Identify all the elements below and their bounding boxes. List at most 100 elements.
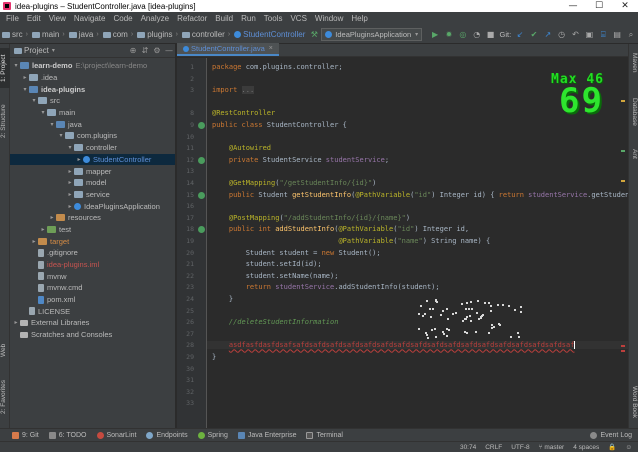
code-line[interactable]: @PostMapping("/addStudentInfo/{id}/{name… [212,214,410,222]
code-line[interactable]: public int addStudentInfo(@PathVariable(… [212,225,469,233]
error-stripe[interactable] [621,60,625,420]
git-branch[interactable]: ⑂ master [539,444,565,451]
endpoint-icon[interactable] [198,191,205,199]
chevron-down-icon[interactable]: ▾ [66,144,74,151]
code-line[interactable]: package com.plugins.controller; [212,63,343,71]
breadcrumb-src[interactable]: src › [0,30,30,39]
close-button[interactable]: ✕ [612,0,638,12]
git-push-icon[interactable]: ↗ [544,29,552,41]
tab-maven[interactable]: Maven [628,48,638,78]
code-line[interactable]: student.setName(name); [212,272,339,280]
tab-endpoints[interactable]: Endpoints [146,431,188,439]
collapse-all-icon[interactable]: ⇵ [139,46,151,55]
tree-item[interactable]: Scratches and Consoles [10,329,175,341]
chevron-right-icon[interactable]: ▸ [30,238,38,245]
tree-item[interactable]: ▸ service [10,189,175,201]
error-stripe-mark[interactable] [621,180,625,182]
menu-view[interactable]: View [45,12,70,26]
code-line[interactable]: asdfasfdasfdsafsafdsafdsafdsafdsafdsafds… [207,341,628,350]
close-icon[interactable]: × [269,45,273,52]
line-separator[interactable]: CRLF [485,444,502,451]
chevron-right-icon[interactable]: ▸ [75,156,83,163]
translate-icon[interactable]: ⌸ [599,29,607,41]
tab-web[interactable]: Web [0,340,10,360]
tab-structure[interactable]: 2: Structure [0,96,10,146]
tab-spring[interactable]: Spring [197,431,228,439]
gear-icon[interactable]: ⚙ [151,46,163,55]
tree-item[interactable]: ▾ java [10,118,175,130]
menu-build[interactable]: Build [211,12,237,26]
caret-position[interactable]: 30:74 [460,444,476,451]
tree-item[interactable]: ▾ main [10,107,175,119]
menu-navigate[interactable]: Navigate [70,12,110,26]
run-configuration-select[interactable]: IdeaPluginsApplication ▾ [321,28,423,41]
lock-icon[interactable]: 🔒 [608,443,616,451]
spring-bean-icon[interactable] [198,122,205,129]
code-line[interactable]: return studentService.addStudentInfo(stu… [212,283,440,291]
error-stripe-mark[interactable] [621,100,625,102]
chevron-right-icon[interactable]: ▸ [66,179,74,186]
minimize-button[interactable]: — [560,0,586,12]
tree-item[interactable]: ▾ src [10,95,175,107]
error-stripe-mark[interactable] [621,150,625,152]
code-line[interactable]: public class StudentController { [212,121,347,129]
chevron-right-icon[interactable]: ▸ [66,168,74,175]
tree-item[interactable]: ▸ test [10,224,175,236]
chevron-right-icon[interactable]: ▸ [48,214,56,221]
tree-item[interactable]: mvnw [10,270,175,282]
chevron-down-icon[interactable]: ▾ [30,97,38,104]
rollback-icon[interactable]: ↶ [572,29,580,41]
code-line[interactable]: student.setId(id); [212,260,322,268]
tab-todo[interactable]: 6: TODO [48,431,87,439]
profile-icon[interactable]: ◔ [473,29,481,41]
menu-tools[interactable]: Tools [260,12,287,26]
menu-refactor[interactable]: Refactor [173,12,211,26]
tab-project[interactable]: 1: Project [0,48,10,88]
history-icon[interactable]: ◷ [558,29,566,41]
chevron-down-icon[interactable]: ▾ [39,109,47,116]
code-line[interactable]: Student student = new Student(); [212,249,381,257]
file-encoding[interactable]: UTF-8 [511,444,529,451]
search-icon[interactable]: ⌕ [627,29,635,41]
tree-item[interactable]: ▸ resources [10,212,175,224]
chevron-down-icon[interactable]: ▾ [12,62,20,69]
tab-java-enterprise[interactable]: Java Enterprise [237,431,296,439]
chevron-right-icon[interactable]: ▸ [66,203,74,210]
tree-item[interactable]: ▾ com.plugins [10,130,175,142]
menu-analyze[interactable]: Analyze [137,12,173,26]
breadcrumb-java[interactable]: java › [67,30,101,39]
code-line[interactable]: @GetMapping("/getStudentInfo/{id}") [212,179,377,187]
indent-setting[interactable]: 4 spaces [573,444,599,451]
code-line[interactable]: } [212,295,233,303]
code-line[interactable]: @Autowired [212,144,271,152]
code-line[interactable]: //deleteStudentInformation [212,318,339,326]
error-stripe-mark[interactable] [621,350,625,352]
tree-item[interactable]: ▾ idea-plugins [10,83,175,95]
menu-help[interactable]: Help [347,12,371,26]
tree-item[interactable]: pom.xml [10,294,175,306]
line-number-gutter[interactable]: 1 2 3 8 9 10 11 12 13 14 15 16 17 18 19 20 21 22 23 24 25 26 2… [177,58,207,428]
tab-sonarlint[interactable]: SonarLint [96,431,136,439]
tree-item[interactable]: ▸ IdeaPluginsApplication [10,200,175,212]
endpoint-icon[interactable] [198,226,205,234]
tree-item[interactable]: ▸ External Libraries [10,317,175,329]
chevron-right-icon[interactable]: ▸ [21,74,29,81]
chevron-down-icon[interactable]: ▾ [57,132,65,139]
tab-ant[interactable]: Ant [628,144,638,164]
stop-icon[interactable]: ■ [487,29,495,41]
breadcrumb-studentcontroller[interactable]: StudentController [232,30,307,39]
tree-item[interactable]: ▾ controller [10,142,175,154]
tree-item[interactable]: ▸ target [10,235,175,247]
tree-item[interactable]: idea-plugins.iml [10,259,175,271]
menu-code[interactable]: Code [109,12,136,26]
run-icon[interactable]: ▶ [431,29,439,41]
error-stripe-mark[interactable] [621,345,625,347]
settings-icon[interactable]: ▤ [613,29,621,41]
code-line[interactable]: import ... [212,86,255,95]
tree-item[interactable]: ▸ model [10,177,175,189]
hide-panel-icon[interactable]: — [163,46,175,55]
tree-item[interactable]: ▸ .idea [10,72,175,84]
chevron-right-icon[interactable]: ▸ [12,319,20,326]
debug-icon[interactable]: ✹ [445,29,453,41]
coverage-icon[interactable]: ◎ [459,29,467,41]
